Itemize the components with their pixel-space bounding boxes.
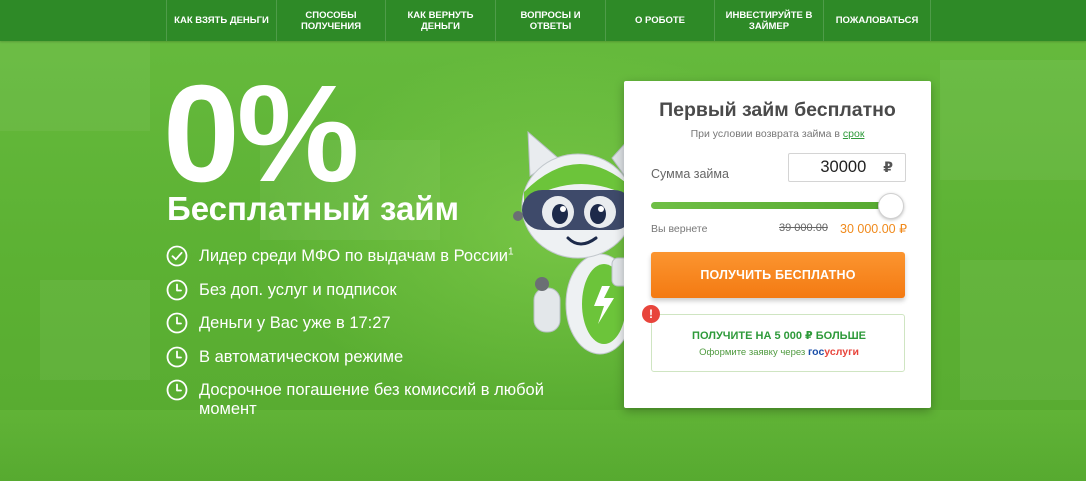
amount-value: 30000 [820, 158, 867, 176]
promo-subtitle: Оформите заявку через госуслуги [652, 346, 906, 358]
nav-item[interactable]: ИНВЕСТИРУЙТЕ В ЗАЙМЕР [714, 0, 823, 41]
nav-item[interactable]: СПОСОБЫ ПОЛУЧЕНИЯ [276, 0, 385, 41]
nav-item[interactable]: КАК ВЗЯТЬ ДЕНЬГИ [166, 0, 276, 41]
return-label: Вы вернете [651, 223, 708, 235]
nav-items: КАК ВЗЯТЬ ДЕНЬГИ СПОСОБЫ ПОЛУЧЕНИЯ КАК ВЕР… [166, 0, 931, 41]
feature-text-body: Лидер среди МФО по выдачам в России [199, 247, 509, 265]
feature-text-body: Без доп. услуг и подписок [199, 280, 397, 299]
slider-track[interactable] [651, 202, 895, 209]
card-note-text: При условии возврата займа в [690, 128, 843, 140]
feature-text: Лидер среди МФО по выдачам в России1 [199, 246, 514, 266]
amount-slider[interactable] [651, 193, 907, 219]
card-title: Первый займ бесплатно [659, 99, 896, 121]
feature-text: Деньги у Вас уже в 17:27 [199, 313, 391, 333]
nav-item[interactable]: О РОБОТЕ [605, 0, 714, 41]
card-note: При условии возврата займа в срок [624, 128, 931, 140]
bg-tile [960, 260, 1086, 400]
return-old-amount: 39 000.00 [779, 222, 828, 234]
nav-item[interactable]: ПОЖАЛОВАТЬСЯ [823, 0, 931, 41]
clock-icon [166, 312, 188, 334]
promo-subtitle-text: Оформите заявку через [699, 347, 808, 358]
gosuslugi-logo-part-2: услуги [824, 346, 859, 358]
amount-input[interactable]: 30000 ₽ [788, 153, 906, 182]
bg-tile [0, 41, 150, 131]
slider-thumb[interactable] [878, 193, 905, 219]
nav-item[interactable]: ВОПРОСЫ И ОТВЕТЫ [495, 0, 605, 41]
gosuslugi-promo-button[interactable]: ! ПОЛУЧИТЕ НА 5 000 ₽ БОЛЬШЕ Оформите за… [642, 305, 906, 372]
headline-zero-percent: 0% [163, 57, 359, 211]
clock-icon [166, 279, 188, 301]
feature-text-body: Досрочное погашение без комиссий в любой… [199, 381, 544, 418]
feature-item: Лидер среди МФО по выдачам в России1 [166, 245, 556, 267]
bg-tile [940, 60, 1086, 180]
term-link[interactable]: срок [843, 128, 865, 140]
return-new-amount: 30 000.00 ₽ [840, 222, 908, 236]
robot-mascot-illustration [513, 130, 635, 355]
headline-subtitle: Бесплатный займ [167, 190, 459, 227]
feature-text-body: Деньги у Вас уже в 17:27 [199, 314, 391, 332]
feature-text-body: В автоматическом режиме [199, 347, 404, 366]
bg-tile [40, 280, 150, 380]
feature-item: Без доп. услуг и подписок [166, 279, 556, 301]
alert-icon: ! [642, 305, 660, 323]
feature-text: Досрочное погашение без комиссий в любой… [199, 380, 556, 419]
clock-icon [166, 346, 188, 368]
feature-item: Досрочное погашение без комиссий в любой… [166, 379, 556, 419]
clock-icon [166, 379, 188, 401]
gosuslugi-logo-part-1: гос [807, 346, 825, 358]
loan-calculator-card: Первый займ бесплатно При условии возвра… [624, 81, 931, 408]
ruble-currency-sign: ₽ [883, 159, 893, 175]
feature-text: Без доп. услуг и подписок [199, 280, 397, 300]
features-list: Лидер среди МФО по выдачам в России1 Без … [166, 245, 556, 432]
promo-title: ПОЛУЧИТЕ НА 5 000 ₽ БОЛЬШЕ [692, 330, 866, 342]
feature-item: В автоматическом режиме [166, 346, 556, 368]
feature-text: В автоматическом режиме [199, 347, 403, 367]
feature-item: Деньги у Вас уже в 17:27 [166, 312, 556, 334]
nav-item[interactable]: КАК ВЕРНУТЬ ДЕНЬГИ [385, 0, 495, 41]
get-free-loan-button[interactable]: ПОЛУЧИТЬ БЕСПЛАТНО [651, 252, 905, 298]
check-circle-icon [166, 245, 188, 267]
top-navigation: КАК ВЗЯТЬ ДЕНЬГИ СПОСОБЫ ПОЛУЧЕНИЯ КАК ВЕР… [0, 0, 1086, 41]
amount-label: Сумма займа [651, 167, 729, 181]
